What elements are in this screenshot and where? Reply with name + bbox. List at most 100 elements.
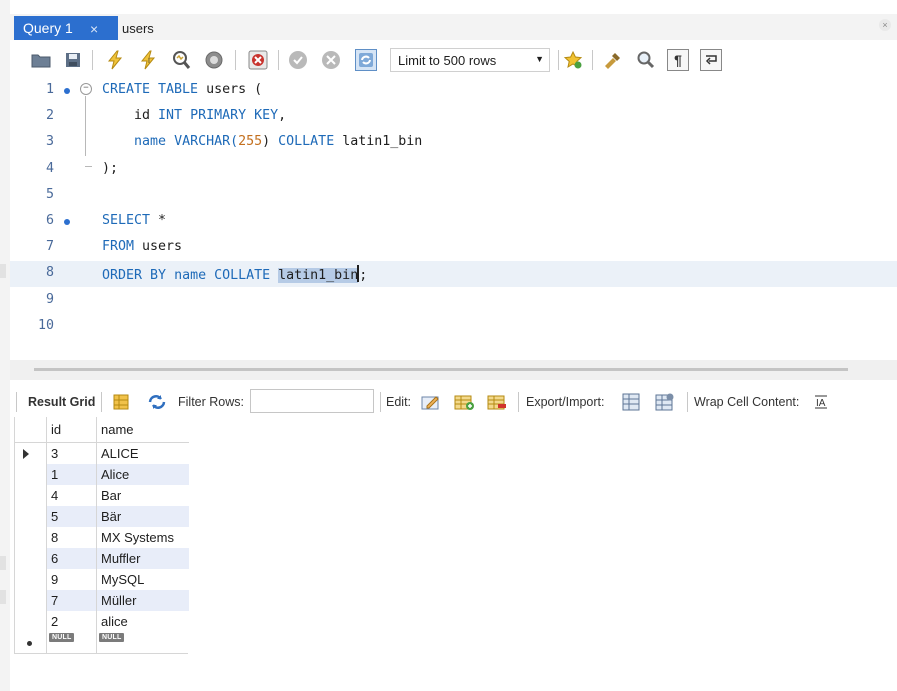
sql-editor[interactable]: 1 − CREATE TABLE users (2 id INT PRIMARY K… — [10, 78, 897, 360]
stop-icon[interactable] — [203, 49, 225, 71]
code-token: ); — [102, 160, 119, 176]
tab-users[interactable]: users — [122, 18, 154, 38]
editor-line[interactable]: 2 id INT PRIMARY KEY, — [10, 104, 897, 130]
close-tab-icon[interactable]: × — [90, 21, 98, 37]
open-folder-icon[interactable] — [30, 49, 52, 71]
new-row[interactable]: NULL NULL — [15, 632, 189, 653]
cell-name[interactable]: ALICE — [97, 443, 189, 464]
editor-line[interactable]: 1 − CREATE TABLE users ( — [10, 78, 897, 104]
table-row[interactable]: 1 Alice — [15, 464, 189, 485]
wrap-cell-content-icon[interactable]: IA — [810, 391, 832, 413]
table-row[interactable]: 4 Bar — [15, 485, 189, 506]
execute-current-icon[interactable]: I — [137, 49, 159, 71]
row-selector[interactable] — [15, 506, 47, 527]
invisible-chars-icon[interactable]: ¶ — [667, 49, 689, 71]
wrap-icon[interactable] — [700, 49, 722, 71]
column-header-id[interactable]: id — [47, 417, 97, 442]
save-icon[interactable] — [62, 49, 84, 71]
table-row[interactable]: 5 Bär — [15, 506, 189, 527]
editor-line[interactable]: 7 FROM users — [10, 235, 897, 261]
editor-line[interactable]: 3 name VARCHAR(255) COLLATE latin1_bin — [10, 130, 897, 156]
cell-id[interactable]: 8 — [47, 527, 97, 548]
filter-rows-input[interactable] — [250, 389, 374, 413]
toggle-error-icon[interactable] — [247, 49, 269, 71]
cell-id[interactable]: 6 — [47, 548, 97, 569]
rollback-icon[interactable] — [320, 49, 342, 71]
line-number: 8 — [45, 265, 54, 281]
code-text: SELECT * — [102, 213, 166, 228]
row-selector[interactable] — [15, 464, 47, 485]
table-row[interactable]: 2 alice — [15, 611, 189, 632]
add-row-icon[interactable] — [453, 391, 475, 413]
left-panel-marker — [0, 264, 6, 278]
cell-id[interactable]: 9 — [47, 569, 97, 590]
editor-line[interactable]: 10 — [10, 314, 897, 340]
cell-name[interactable]: MX Systems — [97, 527, 189, 548]
row-selector[interactable] — [15, 611, 47, 632]
beautify-icon[interactable] — [602, 49, 624, 71]
cell-id[interactable]: NULL — [47, 632, 97, 653]
cell-name[interactable]: MySQL — [97, 569, 189, 590]
cell-name[interactable]: Müller — [97, 590, 189, 611]
row-selector[interactable] — [15, 569, 47, 590]
cell-id[interactable]: 7 — [47, 590, 97, 611]
code-token: , — [278, 108, 287, 124]
cell-name[interactable]: Muffler — [97, 548, 189, 569]
cell-name[interactable]: NULL — [97, 632, 189, 653]
cell-name[interactable]: Bär — [97, 506, 189, 527]
cell-name[interactable]: Alice — [97, 464, 189, 485]
row-selector[interactable] — [15, 443, 47, 464]
column-header-name[interactable]: name — [97, 417, 189, 442]
editor-line[interactable]: 5 — [10, 183, 897, 209]
tab-query-1[interactable]: Query 1 × — [14, 16, 118, 40]
execute-icon[interactable] — [104, 49, 126, 71]
close-panel-icon[interactable]: × — [879, 19, 891, 31]
find-icon[interactable] — [635, 49, 657, 71]
null-badge: NULL — [99, 633, 125, 642]
grid-view-icon[interactable] — [110, 391, 132, 413]
commit-icon[interactable] — [287, 49, 309, 71]
row-selector[interactable] — [15, 527, 47, 548]
editor-line[interactable]: 9 — [10, 288, 897, 314]
import-icon[interactable] — [654, 391, 676, 413]
cell-id[interactable]: 2 — [47, 611, 97, 632]
row-selector[interactable] — [15, 548, 47, 569]
editor-line[interactable]: 6 SELECT * — [10, 209, 897, 235]
autocommit-icon[interactable] — [355, 49, 377, 71]
table-row[interactable]: 7 Müller — [15, 590, 189, 611]
toolbar-separator — [592, 50, 593, 70]
result-grid[interactable]: id name 3 ALICE 1 Alice 4 Bar 5 Bär 8 MX Systems 6… — [14, 417, 189, 653]
cell-id[interactable]: 1 — [47, 464, 97, 485]
editor-line[interactable]: 4); — [10, 157, 897, 183]
table-row[interactable]: 9 MySQL — [15, 569, 189, 590]
code-token: id — [102, 108, 159, 124]
cell-value: 1 — [51, 467, 59, 482]
delete-row-icon[interactable] — [486, 391, 508, 413]
editor-line[interactable]: 8 ORDER BY name COLLATE latin1_bin; — [10, 261, 897, 288]
export-icon[interactable] — [620, 391, 642, 413]
table-row[interactable]: 6 Muffler — [15, 548, 189, 569]
table-row[interactable]: 8 MX Systems — [15, 527, 189, 548]
cell-id[interactable]: 5 — [47, 506, 97, 527]
code-token: ORDER BY — [102, 268, 175, 284]
row-selector-header[interactable] — [15, 417, 47, 442]
row-selector[interactable] — [15, 590, 47, 611]
row-selector[interactable] — [15, 485, 47, 506]
explain-icon[interactable] — [170, 49, 192, 71]
limit-rows-select[interactable]: Limit to 500 rows ▼ — [390, 48, 550, 72]
fold-toggle-icon[interactable]: − — [80, 83, 92, 95]
row-selector[interactable] — [15, 632, 47, 653]
result-grid-label[interactable]: Result Grid — [28, 395, 95, 409]
cell-id[interactable]: 4 — [47, 485, 97, 506]
splitter-handle[interactable] — [34, 368, 848, 371]
cell-id[interactable]: 3 — [47, 443, 97, 464]
cell-value: Müller — [101, 593, 137, 608]
table-row[interactable]: 3 ALICE — [15, 443, 189, 464]
cell-name[interactable]: Bar — [97, 485, 189, 506]
refresh-icon[interactable] — [146, 391, 168, 413]
panel-splitter[interactable] — [10, 360, 897, 380]
line-number: 9 — [45, 291, 54, 307]
bookmark-star-icon[interactable] — [562, 49, 584, 71]
cell-name[interactable]: alice — [97, 611, 189, 632]
edit-cell-icon[interactable] — [420, 391, 442, 413]
